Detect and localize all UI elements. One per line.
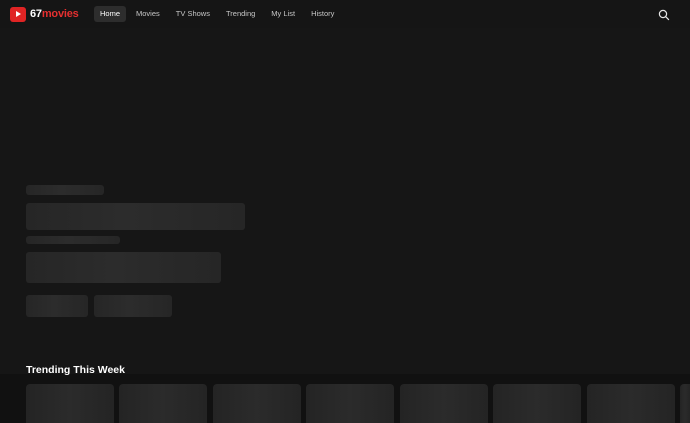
logo-number: 67	[30, 8, 42, 20]
nav-item-tv-shows[interactable]: TV Shows	[170, 6, 216, 22]
main-nav: Home Movies TV Shows Trending My List Hi…	[94, 6, 340, 22]
hero-title-skeleton	[26, 203, 245, 230]
card-skeleton[interactable]	[400, 384, 488, 423]
card-skeleton[interactable]	[213, 384, 301, 423]
hero-tag-skeleton	[26, 185, 104, 195]
card-skeleton[interactable]	[680, 384, 690, 423]
nav-item-my-list[interactable]: My List	[265, 6, 301, 22]
hero-meta-skeleton	[26, 236, 120, 244]
search-icon[interactable]	[658, 8, 670, 21]
nav-item-movies[interactable]: Movies	[130, 6, 166, 22]
nav-item-trending[interactable]: Trending	[220, 6, 261, 22]
play-icon	[10, 6, 26, 22]
card-skeleton[interactable]	[119, 384, 207, 423]
top-nav-bar: 67movies Home Movies TV Shows Trending M…	[0, 0, 690, 28]
logo-word: movies	[41, 8, 79, 20]
card-skeleton[interactable]	[306, 384, 394, 423]
info-button-skeleton	[94, 295, 172, 317]
nav-item-history[interactable]: History	[305, 6, 340, 22]
site-logo[interactable]: 67movies	[10, 6, 79, 22]
card-skeleton[interactable]	[587, 384, 675, 423]
section-title-trending: Trending This Week	[26, 364, 125, 376]
hero-description-skeleton	[26, 252, 221, 283]
card-skeleton[interactable]	[26, 384, 114, 423]
hero-banner-loading	[0, 28, 690, 373]
nav-item-home[interactable]: Home	[94, 6, 127, 22]
logo-text: 67movies	[30, 8, 79, 20]
card-skeleton[interactable]	[493, 384, 581, 423]
play-button-skeleton	[26, 295, 88, 317]
